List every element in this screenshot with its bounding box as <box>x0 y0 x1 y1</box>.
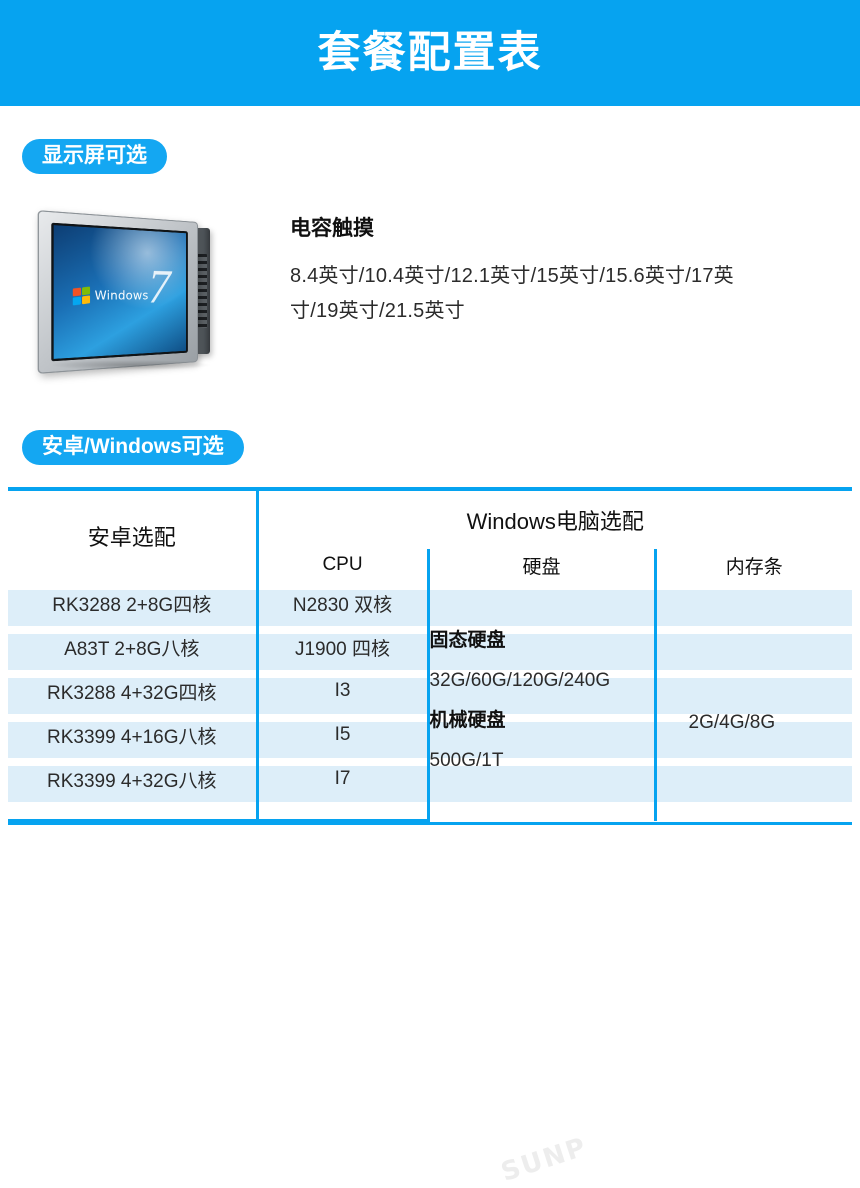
table-bottom-rule-left <box>8 820 257 826</box>
table-bottom-rule-cpu <box>257 820 428 826</box>
page-title: 套餐配置表 <box>317 28 543 77</box>
table-bottom-rule-mem <box>655 820 853 826</box>
header-disk: 硬盘 <box>428 549 657 582</box>
cpu-option-5: I7 <box>257 757 430 823</box>
android-option-1: RK3288 2+8G四核 <box>8 581 259 626</box>
cpu-option-1: N2830 双核 <box>257 581 430 626</box>
android-option-3: RK3288 4+32G四核 <box>8 669 259 714</box>
display-spec-text: 电容触摸 8.4英寸/10.4英寸/12.1英寸/15英寸/15.6英寸/17英… <box>290 208 760 329</box>
ssd-values: 32G/60G/120G/240G <box>429 669 611 691</box>
display-size-list: 8.4英寸/10.4英寸/12.1英寸/15英寸/15.6英寸/17英寸/19英… <box>290 265 734 323</box>
windows-wordmark: Windows <box>94 288 149 304</box>
hdd-values: 500G/1T <box>429 749 504 771</box>
os-section-badge-row: 安卓/Windows可选 <box>0 430 860 466</box>
device-front: 7 Windows <box>37 210 198 374</box>
table-bottom-rule-row <box>8 820 853 826</box>
table-header-row-primary: 安卓选配 Windows电脑选配 <box>8 487 853 582</box>
display-section-badge: 显示屏可选 <box>22 139 167 175</box>
header-windows: Windows电脑选配 <box>257 487 853 550</box>
table-bottom-rule-disk <box>428 820 655 826</box>
device-vents <box>197 254 207 329</box>
android-option-4: RK3399 4+16G八核 <box>8 713 259 758</box>
windows-logo-group: Windows <box>72 286 149 306</box>
os-section-badge: 安卓/Windows可选 <box>22 430 244 466</box>
device-shadow <box>52 360 210 371</box>
header-cpu: CPU <box>257 549 430 582</box>
android-option-2: A83T 2+8G八核 <box>8 625 259 670</box>
panel-pc-image: 7 Windows <box>18 208 268 378</box>
header-memory: 内存条 <box>725 556 783 578</box>
cpu-option-2: J1900 四核 <box>257 625 430 670</box>
disk-options-cell: 固态硬盘 32G/60G/120G/240G 机械硬盘 500G/1T <box>428 581 657 821</box>
windows-version-glyph: 7 <box>147 259 171 314</box>
display-option-block: 7 Windows 电容触摸 8.4英寸/10.4英寸/12.1英寸/15英寸/… <box>0 208 860 378</box>
ssd-label: 固态硬盘 <box>429 629 506 651</box>
cpu-option-4: I5 <box>257 713 430 758</box>
config-table-container: 安卓选配 Windows电脑选配 CPU 硬盘 内存条 RK3288 2+8G四… <box>0 487 860 1188</box>
configuration-table: 安卓选配 Windows电脑选配 CPU 硬盘 内存条 RK3288 2+8G四… <box>8 487 853 826</box>
watermark-text: SUNP <box>497 1132 592 1188</box>
table-row: RK3288 2+8G四核 N2830 双核 固态硬盘 32G/60G/120G… <box>8 581 852 821</box>
memory-options-cell: 2G/4G/8G <box>655 581 852 821</box>
device-screen: 7 Windows <box>51 222 188 362</box>
android-option-5: RK3399 4+32G八核 <box>8 757 259 823</box>
windows-flag-icon <box>72 286 91 306</box>
touch-type-heading: 电容触摸 <box>290 217 374 241</box>
hdd-label: 机械硬盘 <box>429 709 506 731</box>
page-header-banner: 套餐配置表 <box>0 0 860 106</box>
memory-values: 2G/4G/8G <box>688 711 776 733</box>
cpu-option-3: I3 <box>257 669 430 714</box>
header-android: 安卓选配 <box>8 487 259 582</box>
display-section-badge-row: 显示屏可选 <box>0 139 860 175</box>
